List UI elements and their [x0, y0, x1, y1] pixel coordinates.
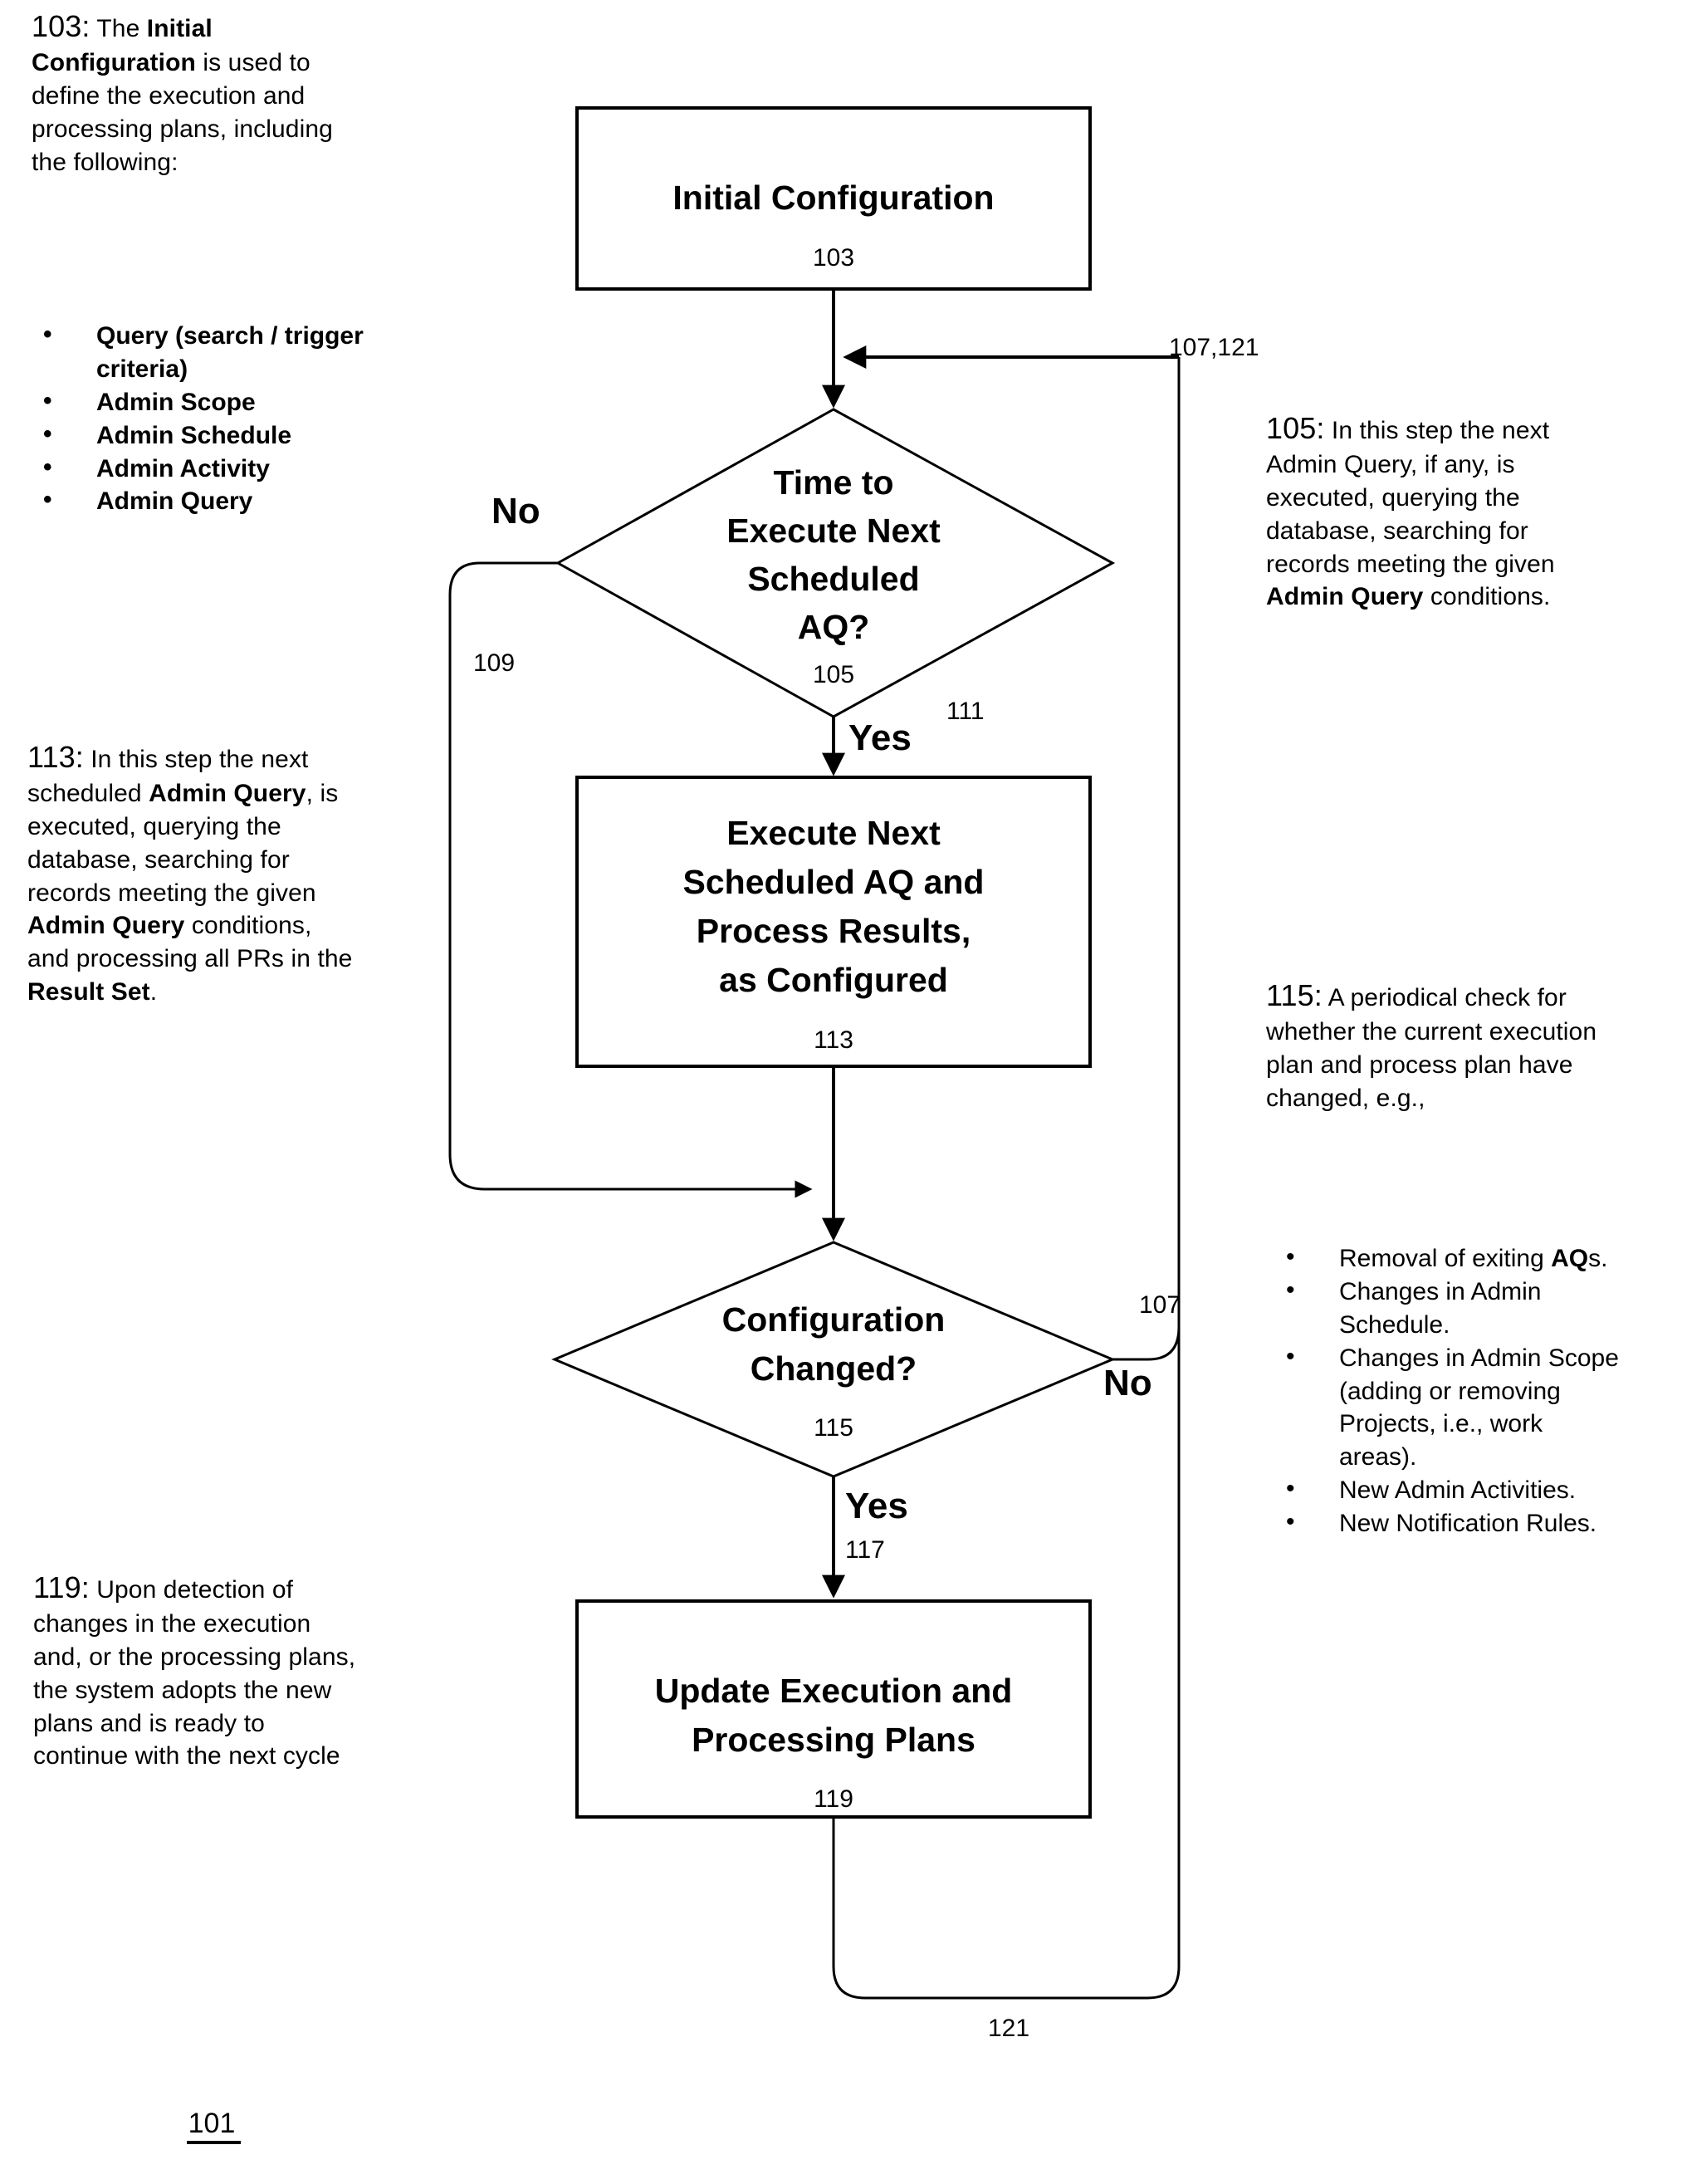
node-115-label-line1: Configuration	[722, 1300, 946, 1339]
edge-ref-121: 121	[988, 2015, 1029, 2042]
flowchart: Initial Configuration 103 107,121 Time t…	[187, 106, 1259, 2144]
node-105-label-line4: AQ?	[798, 608, 870, 646]
node-119-ref: 119	[814, 1785, 853, 1813]
node-105-label-line1: Time to	[773, 463, 893, 502]
edge-label-yes-105: Yes	[848, 717, 912, 758]
patent-figure-sheet: 103: The Initial Configuration is used t…	[0, 0, 1682, 2184]
node-initial-configuration[interactable]: Initial Configuration 103	[575, 106, 1092, 291]
edge-label-no-115: No	[1103, 1363, 1152, 1403]
node-119-label-line2: Processing Plans	[692, 1721, 975, 1759]
edge-ref-111: 111	[946, 698, 985, 725]
edge-ref-107-121: 107,121	[1169, 334, 1259, 361]
edge-label-yes-115: Yes	[845, 1486, 908, 1526]
node-115-ref: 115	[814, 1414, 853, 1442]
connector-115-no-branch-107	[1112, 357, 1181, 1361]
node-119-label-line1: Update Execution and	[655, 1672, 1013, 1710]
node-update-execution-and-processing-plans[interactable]: Update Execution and Processing Plans 11…	[575, 1599, 1092, 1819]
node-113-label-line2: Scheduled AQ and	[683, 863, 985, 901]
edge-ref-107: 107	[1139, 1291, 1181, 1319]
figure-number: 101	[188, 2108, 236, 2139]
node-113-ref: 113	[814, 1026, 853, 1054]
node-113-label-line1: Execute Next	[726, 814, 941, 852]
node-initial-configuration-label: Initial Configuration	[672, 179, 994, 217]
node-113-label-line4: as Configured	[719, 961, 948, 999]
edge-label-no-105: No	[491, 491, 540, 531]
edge-ref-109: 109	[473, 649, 515, 677]
node-115-label-line2: Changed?	[751, 1349, 917, 1388]
edge-ref-117: 117	[845, 1536, 885, 1564]
node-time-to-execute-next-scheduled-aq[interactable]: Time to Execute Next Scheduled AQ? 105	[555, 408, 1116, 718]
node-105-label-line2: Execute Next	[726, 512, 941, 550]
node-113-label-line3: Process Results,	[697, 912, 971, 950]
node-105-ref: 105	[813, 661, 854, 688]
node-execute-next-scheduled-aq[interactable]: Execute Next Scheduled AQ and Process Re…	[575, 776, 1092, 1068]
node-105-label-line3: Scheduled	[747, 560, 919, 598]
node-initial-configuration-ref: 103	[813, 244, 854, 272]
node-configuration-changed[interactable]: Configuration Changed? 115	[551, 1241, 1116, 1478]
